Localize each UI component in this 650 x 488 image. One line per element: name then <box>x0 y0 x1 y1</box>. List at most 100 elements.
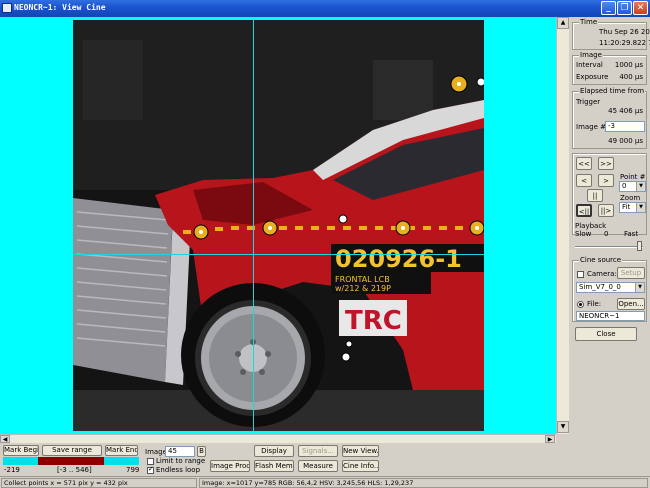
trc-logo: TRC <box>345 306 402 336</box>
interval-label: Interval <box>576 61 603 69</box>
flash-mem-button[interactable]: Flash Mem... <box>254 460 294 472</box>
new-view-button[interactable]: New View... <box>342 445 379 457</box>
time-date: Thu Sep 26 2002 <box>599 28 650 36</box>
minimize-button[interactable]: _ <box>601 1 616 15</box>
cine-source-group: Cine source Camera: Setup Sim_V7_0_0 ▼ F… <box>572 256 647 322</box>
range-bar-before <box>3 457 38 465</box>
zoom-value: Fit <box>622 203 631 211</box>
crosshair-vertical <box>253 20 254 431</box>
limit-to-range-checkbox[interactable] <box>147 458 154 465</box>
maximize-button[interactable]: ❐ <box>617 1 632 15</box>
chevron-down-icon: ▼ <box>635 283 644 292</box>
mark-begin-button[interactable]: Mark Begin <box>3 445 39 456</box>
display-button[interactable]: Display <box>254 445 294 457</box>
title-bar[interactable]: NEONCR~1: View Cine _ ❐ ✕ <box>0 0 650 17</box>
trigger-label: Trigger <box>576 98 601 106</box>
file-label: File: <box>587 300 602 308</box>
file-radio[interactable] <box>577 301 584 308</box>
scroll-up-icon[interactable]: ▲ <box>557 17 569 29</box>
step-back-button[interactable]: < <box>576 174 592 187</box>
image-b-button[interactable]: B <box>197 446 206 457</box>
interval-value: 1000 µs <box>614 61 643 69</box>
crash-test-frame[interactable]: 020926-1 FRONTAL LCB w/212 & 219P TRC <box>73 20 484 431</box>
playback-slow-label: Slow <box>575 230 592 238</box>
time-title: Time <box>579 18 599 26</box>
camera-select[interactable]: Sim_V7_0_0 ▼ <box>576 282 645 293</box>
image-viewer[interactable]: 020926-1 FRONTAL LCB w/212 & 219P TRC <box>0 17 556 434</box>
file-name-field[interactable]: NEONCR~1 <box>576 311 645 321</box>
bottom-toolbar: Mark Begin Save range Mark End -219 [-3 … <box>0 443 650 476</box>
playback-title: Playback <box>575 222 607 230</box>
scroll-right-icon[interactable]: ▶ <box>545 435 555 443</box>
time-group: Time Thu Sep 26 2002 11:20:29.822 781 <box>572 18 650 50</box>
zoom-select[interactable]: Fit ▼ <box>619 202 646 213</box>
vertical-scrollbar[interactable]: ▲ ▼ <box>556 17 569 434</box>
range-bar-after <box>104 457 139 465</box>
horizontal-scrollbar[interactable]: ◀ ▶ <box>0 434 556 443</box>
playback-fast-label: Fast <box>624 230 639 238</box>
point-value: 0 <box>622 182 627 190</box>
chevron-down-icon: ▼ <box>636 182 645 191</box>
status-collect-points: Collect points x = 571 pix y = 432 pix <box>1 478 197 488</box>
open-button[interactable]: Open... <box>617 298 645 310</box>
measure-button[interactable]: Measure <box>298 460 338 472</box>
playback-slider[interactable] <box>575 240 643 252</box>
step-forward-button[interactable]: > <box>598 174 614 187</box>
setup-button[interactable]: Setup <box>617 267 645 279</box>
image-title: Image <box>579 51 603 59</box>
plate-number: 020926-1 <box>335 245 462 273</box>
pause-button[interactable]: || <box>587 189 603 202</box>
status-image-info: Image: x=1017 y=785 RGB: 56,4,2 HSV: 3,2… <box>199 478 648 488</box>
elapsed-group: Elapsed time from Trigger 45 406 µs Imag… <box>572 87 647 149</box>
playback-slider-thumb[interactable] <box>637 241 642 251</box>
plate-label-frontal: FRONTAL LCB <box>335 275 390 284</box>
mark-end-button[interactable]: Mark End <box>105 445 138 456</box>
playback-speed-value: 0 <box>604 230 609 238</box>
save-range-button[interactable]: Save range <box>42 445 102 456</box>
playback-slider-track <box>575 246 643 248</box>
close-window-button[interactable]: ✕ <box>633 1 648 15</box>
window-title: NEONCR~1: View Cine <box>14 3 106 12</box>
point-label: Point # <box>620 173 646 181</box>
play-forward-button[interactable]: ||> <box>598 204 614 217</box>
camera-checkbox[interactable] <box>577 271 584 278</box>
elapsed-title: Elapsed time from <box>579 87 646 95</box>
signals-button[interactable]: Signals... <box>298 445 338 457</box>
image-number-input[interactable]: -3 <box>605 121 645 132</box>
range-bar-selected[interactable] <box>38 457 104 465</box>
crosshair-horizontal <box>73 254 484 255</box>
range-start: -219 <box>4 466 20 474</box>
play-back-button[interactable]: <|| <box>576 204 592 217</box>
image-input[interactable]: 45 <box>165 446 195 457</box>
time-clock: 11:20:29.822 781 <box>599 39 650 47</box>
camera-select-value: Sim_V7_0_0 <box>579 283 621 291</box>
scroll-down-icon[interactable]: ▼ <box>557 421 569 433</box>
range-mid: [-3 .. 546] <box>57 466 92 474</box>
trigger-value: 45 406 µs <box>608 107 643 115</box>
cine-source-title: Cine source <box>579 256 623 264</box>
endless-loop-checkbox[interactable] <box>147 465 154 474</box>
exposure-value: 400 µs <box>619 73 643 81</box>
zoom-label: Zoom <box>620 194 641 202</box>
frame-image: 020926-1 FRONTAL LCB w/212 & 219P TRC <box>73 20 484 431</box>
endless-loop-label: Endless loop <box>156 466 201 474</box>
plate-label-w: w/212 & 219P <box>335 284 391 293</box>
point-select[interactable]: 0 ▼ <box>619 181 646 192</box>
cine-info-button[interactable]: Cine Info... <box>342 460 379 472</box>
app-icon <box>2 3 12 13</box>
rewind-button[interactable]: << <box>576 157 592 170</box>
control-panel: Time Thu Sep 26 2002 11:20:29.822 781 Im… <box>569 17 650 443</box>
exposure-label: Exposure <box>576 73 609 81</box>
chevron-down-icon: ▼ <box>636 203 645 212</box>
scroll-left-icon[interactable]: ◀ <box>0 435 10 443</box>
limit-to-range-label: Limit to range <box>156 457 206 465</box>
close-button[interactable]: Close <box>575 327 637 341</box>
image-label: Image <box>145 448 167 456</box>
elapsed-value: 49 000 µs <box>608 137 643 145</box>
camera-label: Camera: <box>587 270 617 278</box>
status-bar: Collect points x = 571 pix y = 432 pix I… <box>0 476 650 488</box>
image-number-label: Image # <box>576 123 607 131</box>
fast-forward-button[interactable]: >> <box>598 157 614 170</box>
range-end: 799 <box>126 466 140 474</box>
image-proc-button[interactable]: Image Proc... <box>210 460 250 472</box>
